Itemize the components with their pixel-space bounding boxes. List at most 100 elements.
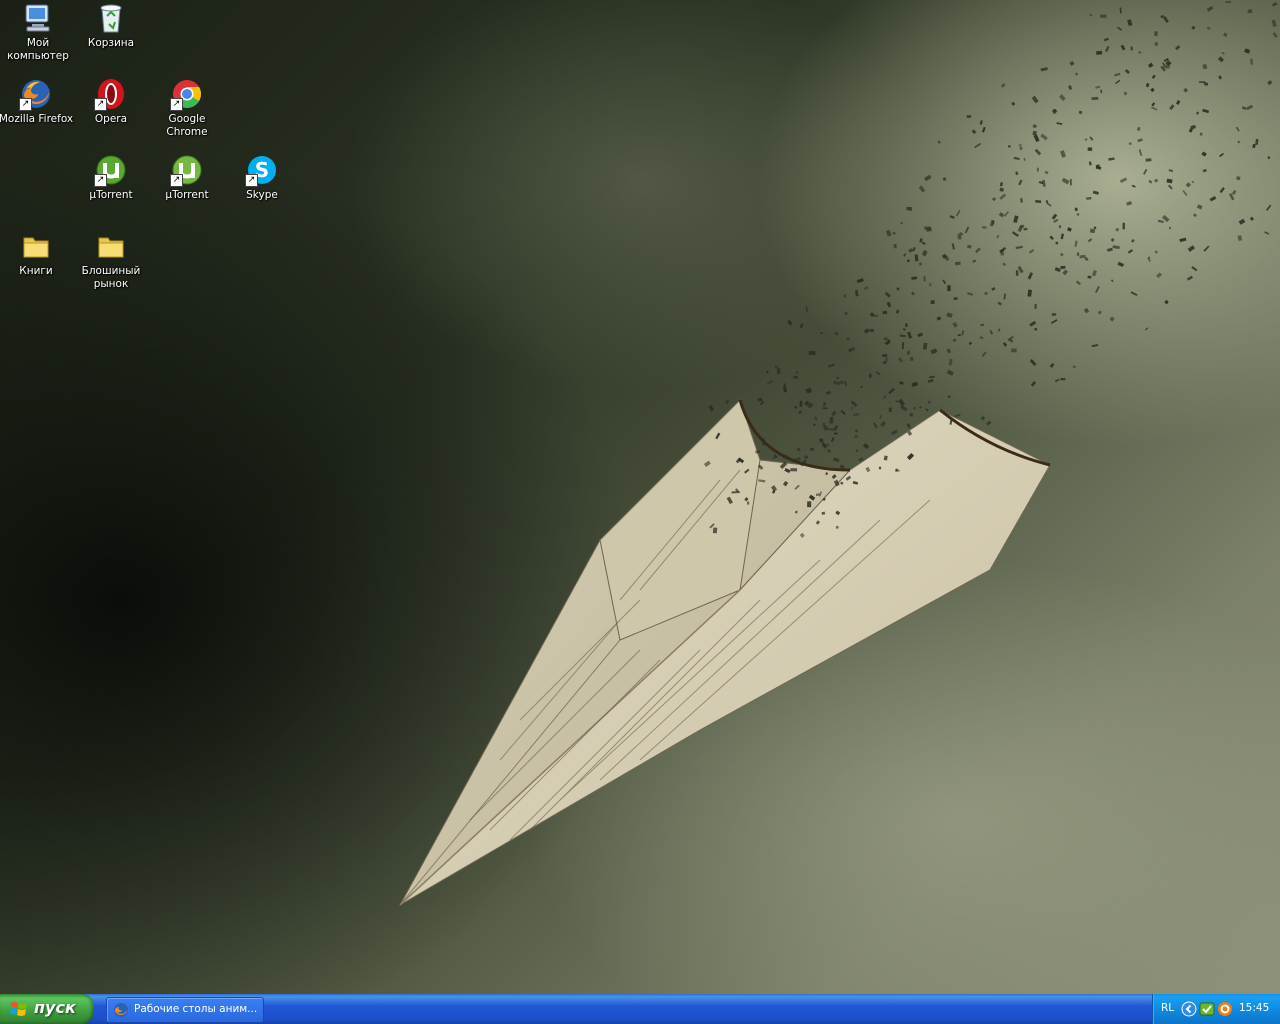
letter-speck [929, 375, 935, 379]
letter-speck [1089, 136, 1094, 141]
letter-speck [1219, 187, 1225, 194]
letter-speck [1148, 179, 1153, 184]
letter-speck [980, 415, 986, 421]
letter-speck [833, 432, 838, 435]
letter-speck [1036, 167, 1039, 172]
letter-speck [825, 390, 831, 396]
start-button[interactable]: пуск [0, 994, 94, 1024]
letter-speck [966, 115, 972, 118]
taskbar-window-button[interactable]: Рабочие столы аним... [106, 997, 264, 1023]
letter-speck [937, 140, 941, 144]
avast-icon[interactable] [1217, 1001, 1233, 1017]
letter-speck [999, 182, 1003, 187]
letter-speck [1138, 149, 1143, 156]
letter-speck [1095, 165, 1102, 170]
letter-speck [1202, 63, 1208, 70]
letter-speck [1079, 254, 1086, 259]
letter-speck [1052, 109, 1057, 112]
letter-speck [1191, 180, 1195, 184]
letter-speck [1202, 108, 1210, 114]
show-hidden-icons-chevron-icon[interactable] [1181, 1001, 1197, 1017]
letter-speck [895, 469, 900, 472]
letter-speck [1003, 211, 1009, 217]
letter-speck [1029, 320, 1037, 327]
letter-speck [921, 241, 926, 246]
letter-speck [953, 297, 958, 301]
letter-speck [1272, 32, 1278, 38]
letter-speck [899, 334, 906, 338]
letter-speck [1015, 171, 1019, 176]
letter-speck [1123, 91, 1128, 96]
letter-speck [1074, 72, 1079, 76]
letter-speck [936, 316, 942, 321]
folder-icon [95, 230, 127, 262]
letter-speck [1206, 26, 1211, 31]
letter-speck [893, 243, 897, 249]
letter-speck [875, 371, 881, 375]
letter-speck [1143, 168, 1148, 175]
letter-speck [1094, 285, 1100, 294]
letter-speck [777, 368, 781, 374]
letter-speck [924, 174, 932, 182]
letter-speck [1015, 245, 1023, 250]
letter-speck [911, 276, 918, 280]
letter-speck [992, 197, 997, 202]
desktop-icon-opera[interactable]: ↗ Opera [73, 78, 149, 126]
letter-speck [878, 414, 882, 420]
letter-speck [1174, 45, 1181, 51]
letter-speck [880, 420, 886, 428]
desktop-icon-recycle-bin[interactable]: Корзина [73, 2, 149, 50]
letter-speck [917, 332, 924, 338]
letter-speck [799, 323, 804, 329]
desktop-icon-firefox[interactable]: ↗ Mozilla Firefox [0, 78, 74, 126]
desktop-icon-label: Мой компьютер [7, 37, 69, 62]
letter-speck [898, 357, 904, 363]
letter-speck [1018, 179, 1023, 186]
letter-speck [913, 406, 917, 410]
letter-speck [813, 423, 816, 426]
desktop-icon-folder-flea-market[interactable]: Блошиный рынок [73, 230, 149, 291]
desktop-icon-my-computer[interactable]: Мой компьютер [0, 2, 76, 63]
clock[interactable]: 15:45 [1239, 1002, 1269, 1014]
letter-speck [850, 406, 853, 410]
letter-speck [927, 378, 934, 384]
desktop-icon-skype[interactable]: S ↗ Skype [224, 154, 300, 202]
letter-speck [888, 407, 892, 413]
letter-speck [1075, 280, 1081, 286]
letter-speck [957, 334, 962, 337]
letter-speck [895, 309, 900, 314]
letter-speck [1097, 310, 1102, 315]
letter-speck [1154, 250, 1158, 254]
desktop-icon-label: Mozilla Firefox [0, 113, 74, 125]
letter-speck [869, 373, 872, 379]
letter-speck [991, 286, 996, 291]
letter-speck [1017, 265, 1024, 274]
desktop-icon-chrome[interactable]: ↗ Google Chrome [149, 78, 225, 139]
letter-speck [1167, 184, 1173, 190]
security-shield-icon[interactable] [1199, 1001, 1215, 1017]
letter-speck [1267, 156, 1271, 160]
letter-speck [1250, 58, 1254, 65]
letter-speck [1023, 158, 1026, 161]
letter-speck [843, 294, 847, 298]
desktop-icon-label: Корзина [87, 37, 135, 49]
letter-speck [1112, 245, 1120, 250]
letter-speck [1187, 245, 1195, 252]
desktop-icon-label: Блошиный рынок [81, 265, 141, 290]
letter-speck [884, 342, 891, 345]
letter-speck [911, 291, 915, 296]
letter-speck [1198, 81, 1206, 84]
letter-speck [1100, 89, 1103, 94]
desktop-icon-utorrent-1[interactable]: ↗ µTorrent [73, 154, 149, 202]
letter-speck [1164, 299, 1169, 305]
letter-speck [833, 424, 839, 432]
letter-speck [1029, 359, 1037, 367]
letter-speck [834, 331, 839, 336]
language-indicator[interactable]: RL [1161, 1002, 1174, 1014]
letter-speck [905, 323, 908, 328]
letter-speck [847, 346, 856, 353]
desktop[interactable]: Мой компьютер Корзина ↗ Mozilla Firefox [0, 0, 1280, 994]
desktop-icon-folder-knigi[interactable]: Книги [0, 230, 74, 278]
letter-speck [981, 226, 987, 229]
desktop-icon-utorrent-2[interactable]: ↗ µTorrent [149, 154, 225, 202]
